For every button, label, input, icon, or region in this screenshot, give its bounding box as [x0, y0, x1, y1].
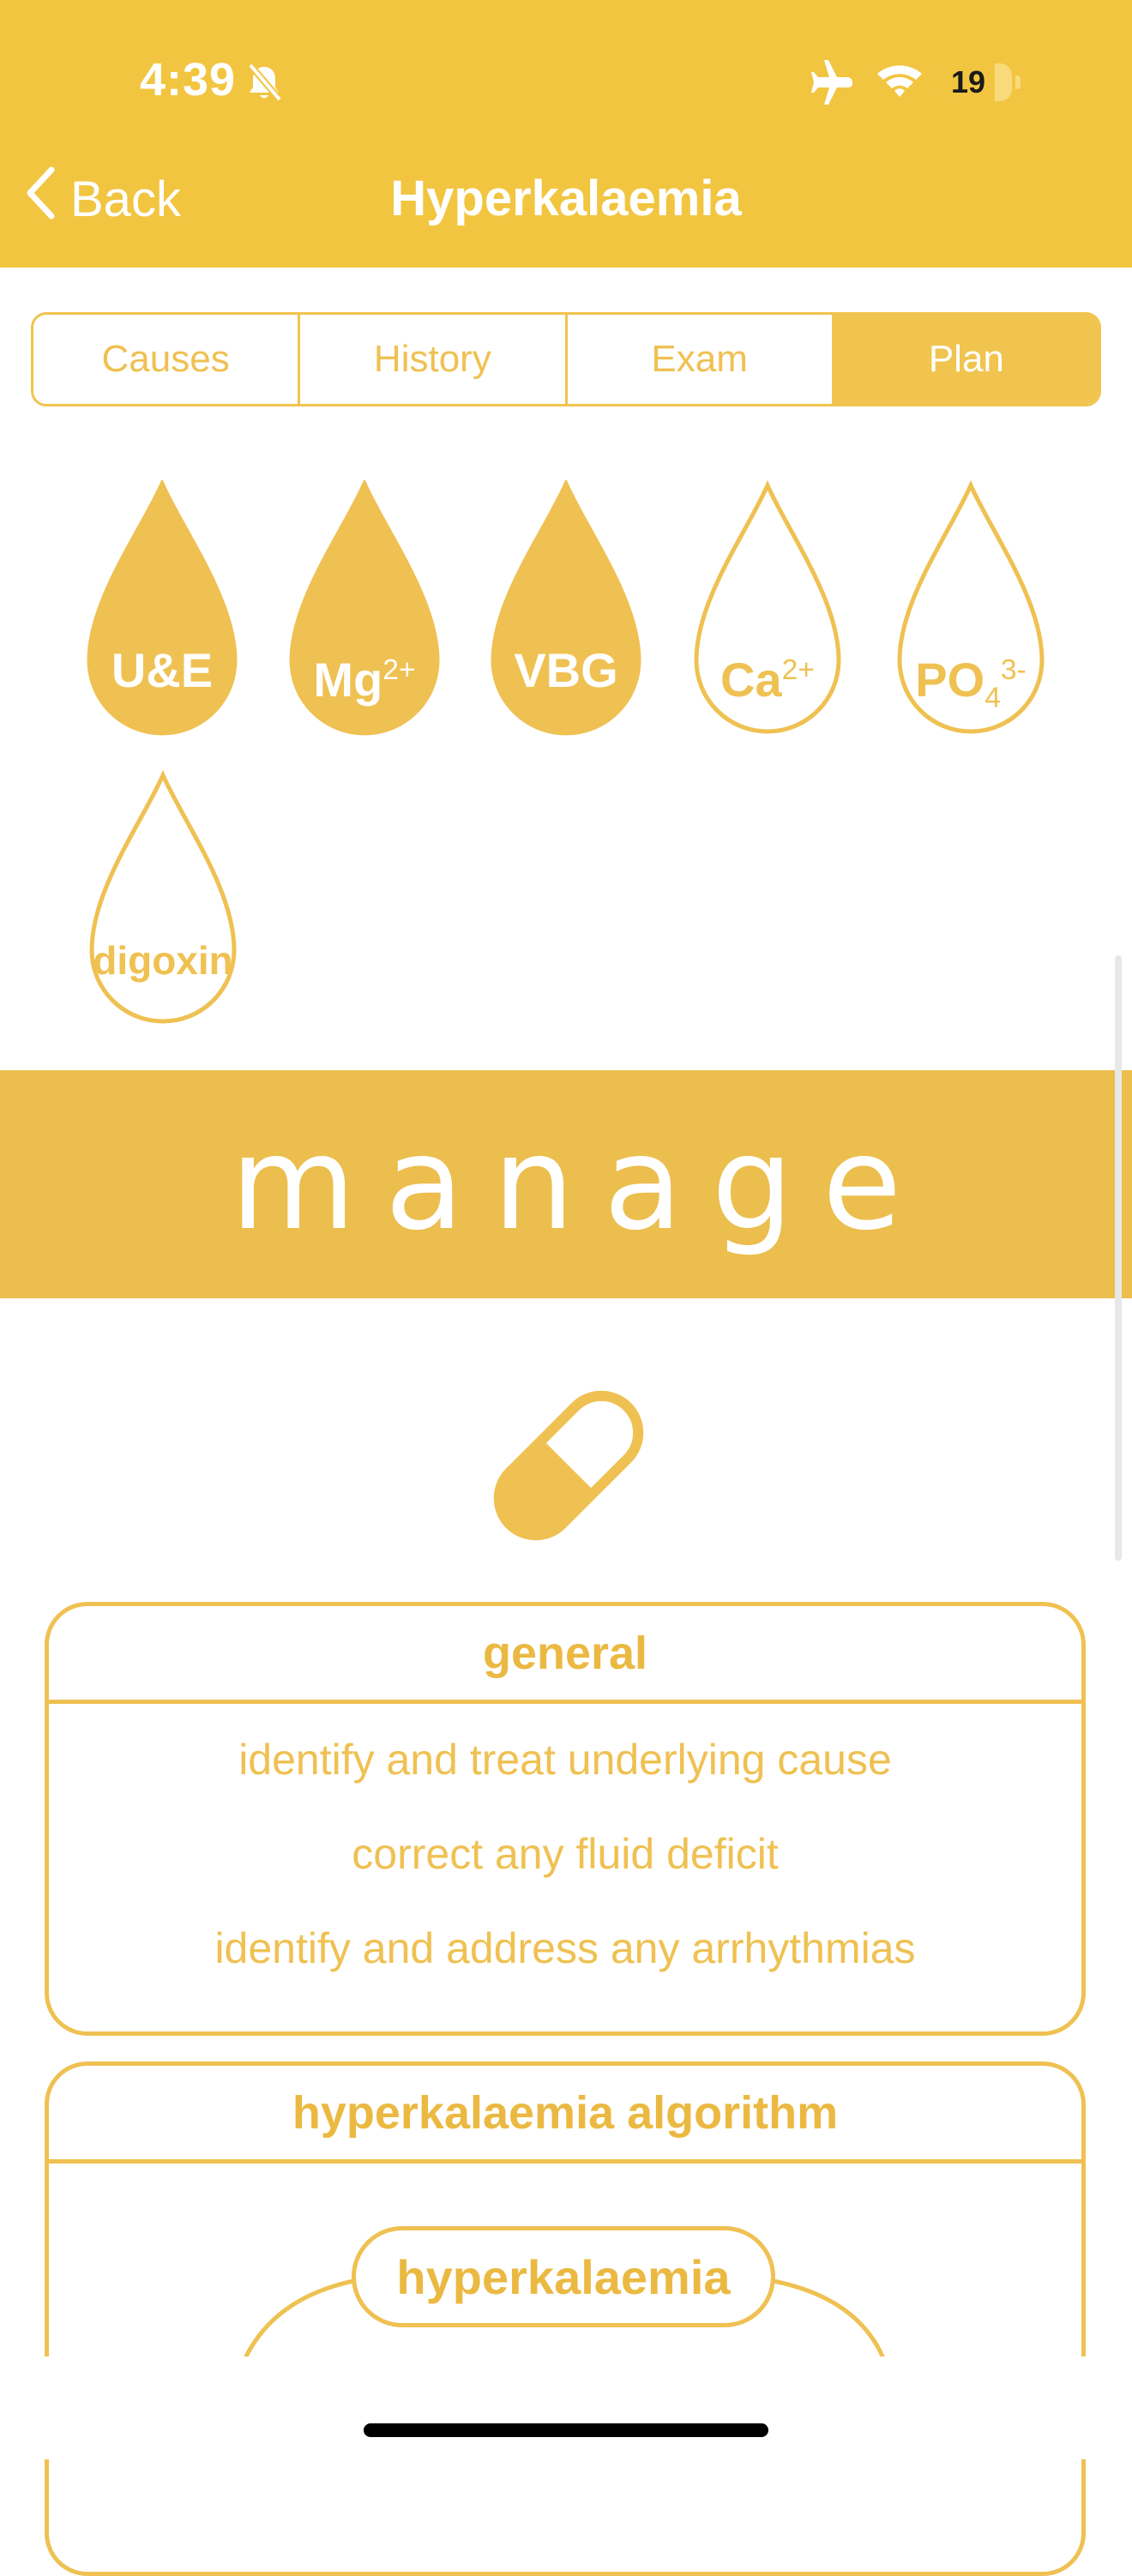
investigation-label: Mg2+ — [313, 653, 416, 707]
tab-exam[interactable]: Exam — [568, 315, 834, 404]
algorithm-node-hyperkalaemia[interactable]: hyperkalaemia — [352, 2226, 775, 2327]
card-title: general — [49, 1606, 1081, 1704]
wifi-icon — [875, 60, 924, 105]
tab-plan[interactable]: Plan — [834, 315, 1099, 404]
general-card: general identify and treat underlying ca… — [45, 1602, 1086, 2036]
card-line: correct any fluid deficit — [352, 1830, 779, 1878]
investigation-label: Ca2+ — [720, 653, 815, 707]
bell-slash-icon — [245, 62, 283, 107]
investigation-label: VBG — [514, 643, 618, 697]
banner-title: manage — [230, 1110, 931, 1259]
investigation-label: digoxin — [93, 938, 233, 983]
section-tabs: Causes History Exam Plan — [31, 312, 1101, 406]
battery-tip — [1015, 75, 1021, 89]
investigation-ca[interactable]: Ca2+ — [686, 480, 849, 737]
investigation-label: PO43- — [915, 653, 1027, 714]
airplane-icon — [808, 60, 856, 109]
investigation-mg[interactable]: Mg2+ — [283, 480, 446, 737]
navigation-header: 4:39 19 Back Hyperkalaemia — [0, 0, 1132, 268]
status-time: 4:39 — [140, 54, 237, 105]
investigation-vbg[interactable]: VBG — [485, 480, 647, 737]
bottom-safe-area — [0, 2356, 1132, 2459]
investigation-ue[interactable]: U&E — [81, 480, 244, 737]
investigation-digoxin[interactable]: digoxin — [81, 770, 244, 1027]
investigation-label: U&E — [111, 643, 214, 697]
page-title: Hyperkalaemia — [390, 171, 742, 226]
home-indicator[interactable] — [364, 2423, 768, 2437]
battery-level: 19 — [942, 63, 995, 101]
tab-history[interactable]: History — [300, 315, 568, 404]
pill-capsule-icon — [479, 1375, 659, 1560]
manage-banner: manage — [0, 1070, 1132, 1298]
scrollbar[interactable] — [1115, 955, 1122, 1561]
tab-causes[interactable]: Causes — [33, 315, 301, 404]
card-line: identify and address any arrhythmias — [214, 1924, 916, 1972]
investigation-po4[interactable]: PO43- — [889, 480, 1052, 737]
card-line: identify and treat underlying cause — [238, 1736, 892, 1784]
battery-icon: 19 — [942, 63, 1012, 101]
card-title: hyperkalaemia algorithm — [49, 2066, 1081, 2164]
